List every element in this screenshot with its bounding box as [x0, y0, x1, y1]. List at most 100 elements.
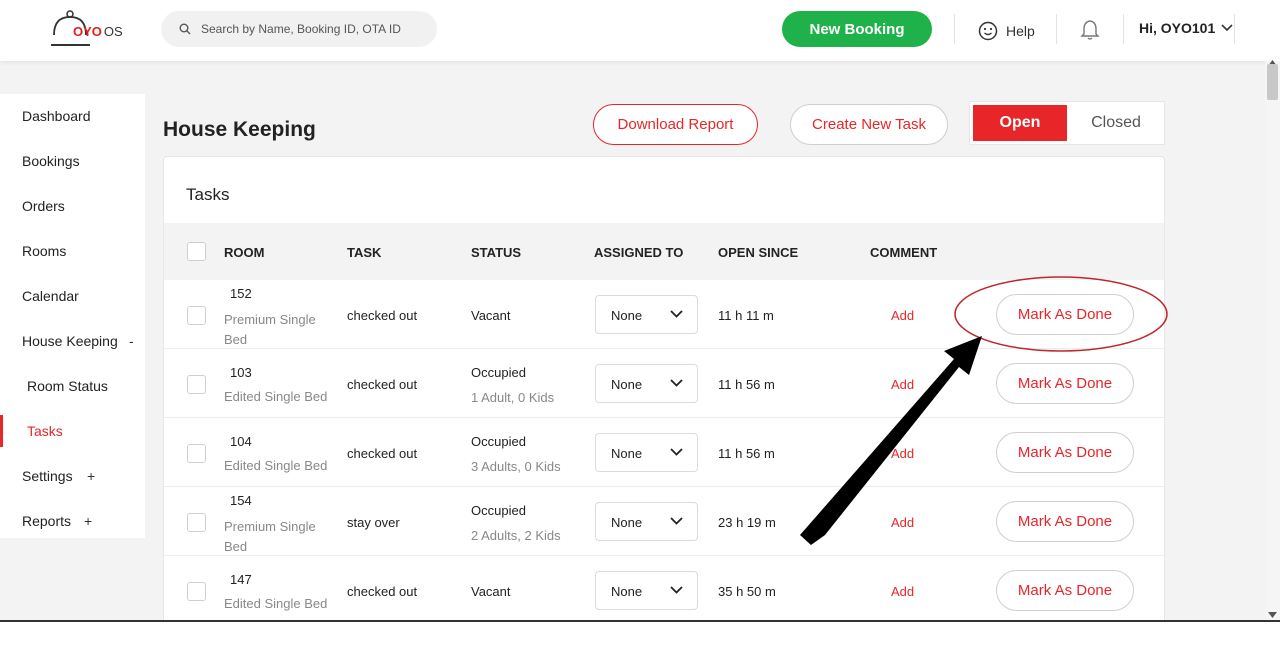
open-since: 11 h 56 m [718, 446, 775, 461]
add-comment-link[interactable]: Add [891, 584, 914, 599]
tasks-card: Tasks ROOM TASK STATUS ASSIGNED TO OPEN … [163, 156, 1165, 620]
app-window: OYOOS New Booking Help [0, 0, 1280, 622]
new-booking-button[interactable]: New Booking [782, 11, 932, 47]
status-text: Occupied [471, 434, 526, 449]
status-text: Occupied [471, 503, 526, 518]
assigned-to-select[interactable]: None [595, 364, 698, 403]
open-since: 35 h 50 m [718, 584, 776, 599]
task-name: checked out [347, 377, 418, 392]
collapse-sign: - [129, 333, 134, 349]
table-row: 154 Premium Single Bed stay over Occupie… [164, 487, 1164, 556]
room-number: 152 [230, 286, 252, 301]
table-header: ROOM TASK STATUS ASSIGNED TO OPEN SINCE … [164, 223, 1164, 280]
column-header-open-since: OPEN SINCE [718, 245, 799, 260]
task-name: stay over [347, 515, 400, 530]
page-scrollbar[interactable] [1265, 60, 1280, 620]
room-type: Premium Single Bed [224, 519, 316, 554]
task-name: checked out [347, 584, 418, 599]
column-header-status: STATUS [471, 245, 522, 260]
chevron-down-icon [670, 448, 683, 456]
smiley-support-icon [978, 21, 998, 41]
user-greeting: Hi, OYO101 [1139, 20, 1216, 36]
oyo-os-logo[interactable]: OYO OS [48, 9, 128, 51]
mark-as-done-button[interactable]: Mark As Done [996, 294, 1134, 335]
room-type: Edited Single Bed [224, 458, 328, 473]
user-menu[interactable]: Hi, OYO101 [1139, 20, 1233, 36]
mark-as-done-button[interactable]: Mark As Done [996, 363, 1134, 404]
sidebar-item-reports[interactable]: Reports + [0, 501, 145, 541]
table-row: 103 Edited Single Bed checked out Occupi… [164, 349, 1164, 418]
scroll-down-arrow-icon[interactable] [1268, 612, 1277, 618]
column-header-assigned-to: ASSIGNED TO [594, 245, 684, 260]
help-button[interactable]: Help [978, 19, 1035, 43]
task-name: checked out [347, 446, 418, 461]
header-divider [1234, 14, 1235, 44]
table-row: 104 Edited Single Bed checked out Occupi… [164, 418, 1164, 487]
room-number: 154 [230, 493, 252, 508]
chevron-down-icon [670, 586, 683, 594]
sidebar-item-calendar[interactable]: Calendar [0, 276, 145, 316]
add-comment-link[interactable]: Add [891, 377, 914, 392]
scrollbar-thumb[interactable] [1267, 64, 1278, 100]
sidebar-item-dashboard[interactable]: Dashboard [0, 96, 145, 136]
logo-text: OYO OS [73, 24, 123, 39]
row-checkbox[interactable] [187, 513, 206, 532]
open-since: 11 h 11 m [718, 308, 774, 323]
sidebar-item-bookings[interactable]: Bookings [0, 141, 145, 181]
card-title: Tasks [186, 185, 230, 204]
chevron-down-icon [670, 379, 683, 387]
row-checkbox[interactable] [187, 375, 206, 394]
toggle-open[interactable]: Open [973, 105, 1067, 141]
search-bar[interactable] [161, 11, 437, 47]
sidebar-item-tasks[interactable]: Tasks [0, 411, 145, 451]
open-since: 23 h 19 m [718, 515, 776, 530]
room-type: Edited Single Bed [224, 596, 328, 611]
select-all-checkbox[interactable] [187, 242, 206, 261]
row-checkbox[interactable] [187, 582, 206, 601]
sidebar-item-orders[interactable]: Orders [0, 186, 145, 226]
assigned-value: None [611, 446, 643, 461]
sidebar-item-rooms[interactable]: Rooms [0, 231, 145, 271]
create-new-task-button[interactable]: Create New Task [790, 104, 948, 145]
download-report-button[interactable]: Download Report [593, 104, 758, 145]
status-detail: 2 Adults, 2 Kids [471, 528, 561, 543]
open-closed-toggle: Open Closed [969, 101, 1165, 145]
assigned-to-select[interactable]: None [595, 502, 698, 541]
mark-as-done-button[interactable]: Mark As Done [996, 432, 1134, 473]
expand-sign: + [87, 468, 96, 484]
status-detail: 1 Adult, 0 Kids [471, 390, 555, 405]
status-text: Occupied [471, 365, 526, 380]
header-divider [1123, 14, 1124, 44]
page-title: House Keeping [163, 118, 316, 141]
sidebar-item-room-status[interactable]: Room Status [0, 366, 145, 406]
row-checkbox[interactable] [187, 444, 206, 463]
room-type: Premium Single Bed [224, 312, 316, 347]
add-comment-link[interactable]: Add [891, 308, 914, 323]
sidebar-item-settings[interactable]: Settings + [0, 456, 145, 496]
header-divider [1056, 14, 1057, 44]
toggle-closed[interactable]: Closed [1070, 105, 1162, 141]
status-text: Vacant [471, 308, 511, 323]
assigned-value: None [611, 515, 643, 530]
column-header-comment: COMMENT [870, 245, 938, 260]
status-text: Vacant [471, 584, 511, 599]
assigned-to-select[interactable]: None [595, 295, 698, 334]
room-number: 147 [230, 572, 252, 587]
top-header: OYOOS New Booking Help [0, 0, 1280, 61]
mark-as-done-button[interactable]: Mark As Done [996, 570, 1134, 611]
search-icon [179, 23, 191, 35]
row-checkbox[interactable] [187, 306, 206, 325]
assigned-to-select[interactable]: None [595, 571, 698, 610]
search-input[interactable] [201, 11, 431, 47]
assigned-value: None [611, 377, 643, 392]
open-since: 11 h 56 m [718, 377, 775, 392]
sidebar-item-house-keeping[interactable]: House Keeping - [0, 321, 145, 361]
add-comment-link[interactable]: Add [891, 515, 914, 530]
room-type: Edited Single Bed [224, 389, 328, 404]
assigned-to-select[interactable]: None [595, 433, 698, 472]
column-header-room: ROOM [224, 245, 265, 260]
add-comment-link[interactable]: Add [891, 446, 914, 461]
chevron-down-icon [1221, 24, 1233, 32]
mark-as-done-button[interactable]: Mark As Done [996, 501, 1134, 542]
bell-icon[interactable] [1080, 19, 1100, 41]
